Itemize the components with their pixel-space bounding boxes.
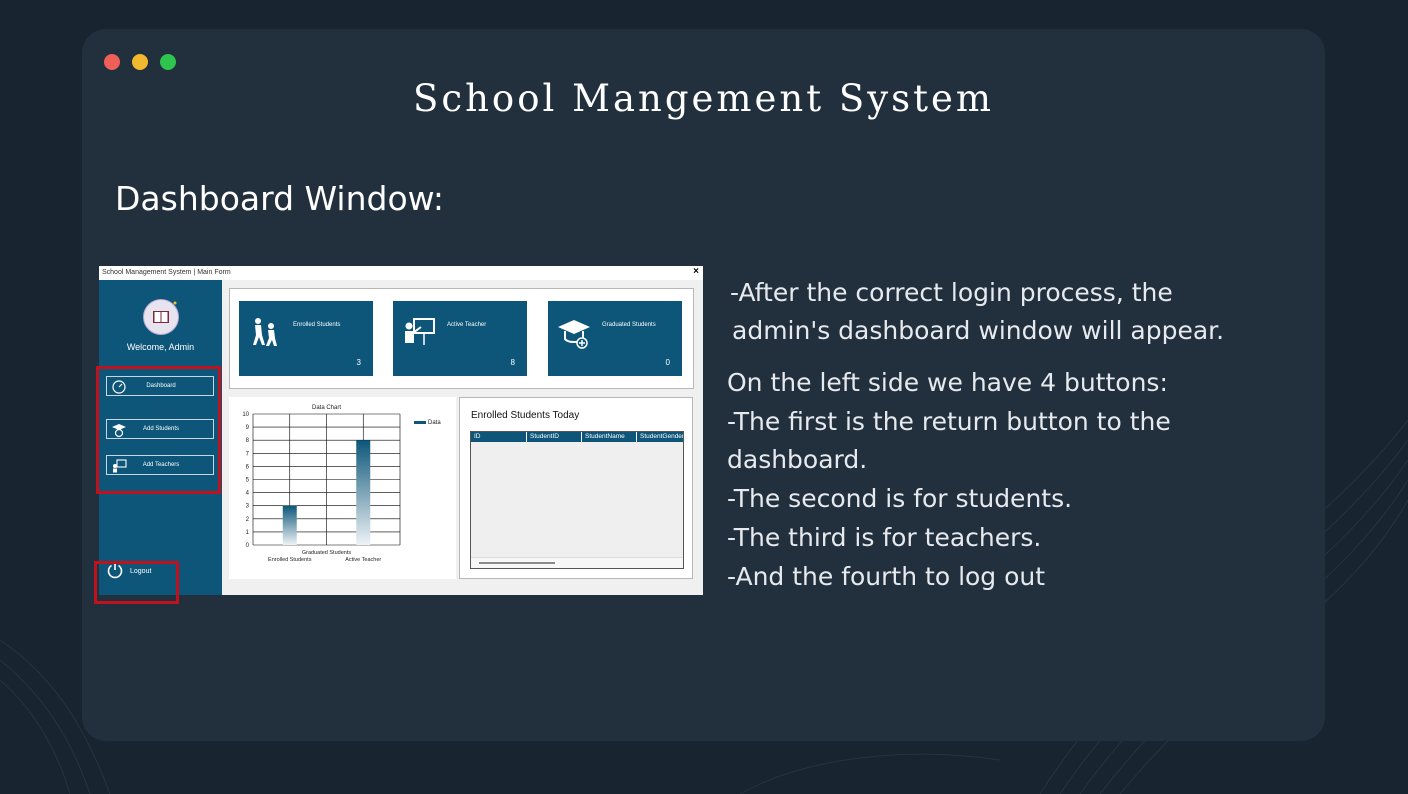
sidebar-buttons-highlight (96, 366, 221, 494)
chart-y-tick-label: 8 (246, 438, 250, 444)
enrolled-students-card: Enrolled Students 3 (239, 301, 373, 376)
desc-line-8: -And the fourth to log out (727, 562, 1046, 591)
students-walking-icon (253, 318, 277, 346)
chart-y-tick-label: 1 (246, 530, 250, 536)
active-teacher-label: Active Teacher (447, 322, 487, 328)
chart-bar (282, 505, 297, 545)
grid-col-studentid[interactable]: StudentID (527, 432, 582, 442)
enrolled-students-label: Enrolled Students (293, 322, 341, 328)
app-window-title: School Management System | Main Form (102, 269, 231, 276)
welcome-text: Welcome, Admin (126, 342, 195, 352)
graduated-students-value: 0 (665, 358, 670, 367)
chart-title: Data Chart (312, 405, 341, 411)
graduated-students-card: Graduated Students 0 (548, 301, 682, 376)
grid-col-id[interactable]: ID (471, 432, 527, 442)
grid-horizontal-scrollbar[interactable] (471, 557, 683, 568)
chart-x-tick-label: Active Teacher (345, 557, 381, 563)
graduated-students-label: Graduated Students (602, 322, 656, 328)
grid-col-studentgender[interactable]: StudentGender (637, 432, 683, 442)
app-close-icon[interactable]: × (693, 266, 699, 277)
chart-y-tick-label: 3 (246, 504, 250, 510)
window-minimize-dot[interactable] (132, 54, 148, 70)
admin-avatar (143, 299, 179, 335)
chart-legend-label: Data (428, 420, 441, 426)
chart-y-tick-label: 6 (246, 464, 250, 470)
slide-title: School Mangement System (413, 77, 994, 120)
enrolled-students-grid[interactable]: ID StudentID StudentName StudentGender (470, 431, 684, 569)
grid-scrollbar-thumb[interactable] (479, 562, 555, 564)
active-teacher-value: 8 (510, 358, 515, 367)
data-chart-panel: Data Chart 0 1 2 3 4 5 6 7 8 9 10 Enrolled Students G… (229, 397, 456, 579)
chart-x-tick-label: Enrolled Students (268, 557, 312, 563)
grid-header: ID StudentID StudentName StudentGender (471, 432, 683, 442)
chart-y-tick-label: 5 (246, 478, 250, 484)
stats-card-panel: Enrolled Students 3 Active Teacher 8 Gra… (229, 288, 694, 389)
teacher-presentation-icon (405, 318, 435, 345)
slide-subtitle: Dashboard Window: (115, 179, 444, 218)
desc-line-5: dashboard. (727, 445, 868, 474)
desc-line-7: -The third is for teachers. (727, 523, 1042, 552)
chart-y-tick-label: 4 (246, 491, 250, 497)
chart-bar (356, 440, 371, 545)
desc-line-6: -The second is for students. (727, 484, 1073, 513)
chart-y-tick-label: 10 (242, 412, 249, 418)
enrolled-today-panel: Enrolled Students Today ID StudentID Stu… (459, 397, 693, 579)
desc-line-4: -The first is the return button to the (727, 407, 1171, 436)
chart-y-tick-label: 7 (246, 451, 250, 457)
data-chart: Data Chart 0 1 2 3 4 5 6 7 8 9 10 Enrolled StudentsG… (242, 405, 441, 563)
book-icon (153, 301, 177, 323)
app-titlebar: School Management System | Main Form × (99, 266, 703, 281)
chart-legend-swatch (414, 421, 426, 424)
desc-line-1: -After the correct login process, the (730, 278, 1173, 307)
desc-line-3: On the left side we have 4 buttons: (727, 368, 1168, 397)
desc-line-2: admin's dashboard window will appear. (732, 316, 1225, 345)
enrolled-students-value: 3 (356, 358, 361, 367)
grid-col-studentname[interactable]: StudentName (582, 432, 637, 442)
chart-y-tick-label: 2 (246, 517, 250, 523)
active-teacher-card: Active Teacher 8 (393, 301, 527, 376)
chart-y-tick-label: 9 (246, 425, 250, 431)
window-close-dot[interactable] (104, 54, 120, 70)
enrolled-today-title: Enrolled Students Today (471, 410, 580, 421)
chart-x-tick-label: Graduated Students (302, 550, 351, 556)
chart-y-tick-label: 0 (246, 543, 250, 549)
slide-card: School Mangement System Dashboard Window… (82, 29, 1325, 741)
window-maximize-dot[interactable] (160, 54, 176, 70)
graduation-cap-icon (558, 320, 590, 349)
logout-highlight (94, 561, 179, 604)
app-main-area: Enrolled Students 3 Active Teacher 8 Gra… (222, 280, 703, 595)
